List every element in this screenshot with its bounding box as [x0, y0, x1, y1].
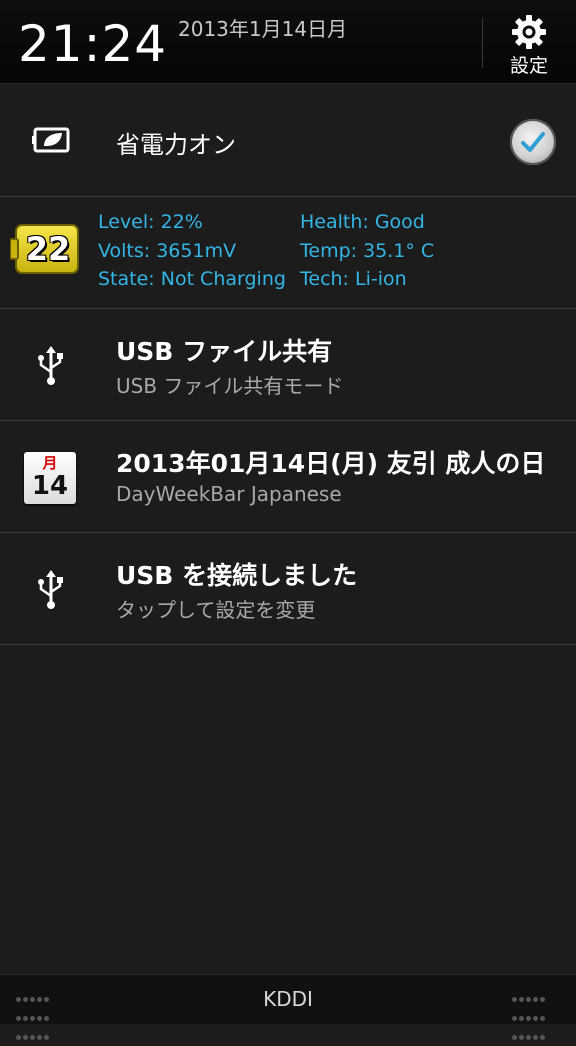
gear-icon	[512, 15, 546, 49]
battery-temp-text: Temp: 35.1° C	[300, 240, 435, 262]
battery-level-text: Level: 22%	[98, 211, 203, 233]
battery-health-text: Health: Good	[300, 211, 425, 233]
leaf-battery-icon	[32, 127, 70, 153]
usb-connected-title: USB を接続しました	[116, 561, 358, 590]
battery-state-text: State: Not Charging	[98, 268, 286, 290]
calendar-icon: 月 14	[24, 452, 76, 504]
usb-connected-subtitle: タップして設定を変更	[116, 598, 316, 622]
notification-footer[interactable]: KDDI	[0, 974, 576, 1040]
settings-button[interactable]: 設定	[500, 10, 558, 80]
notification-header: 21:24 2013年1月14日月 設定	[0, 0, 576, 84]
calendar-title: 2013年01月14日(月) 友引 成人の日	[116, 449, 546, 478]
carrier-label: KDDI	[263, 987, 313, 1011]
calendar-icon-day: 14	[31, 471, 69, 501]
battery-tech-text: Tech: Li-ion	[300, 268, 407, 290]
header-divider	[482, 18, 483, 68]
calendar-notification[interactable]: 月 14 2013年01月14日(月) 友引 成人の日 DayWeekBar J…	[0, 422, 576, 533]
battery-volts-text: Volts: 3651mV	[98, 240, 237, 262]
usb-share-subtitle: USB ファイル共有モード	[116, 374, 344, 398]
usb-share-title: USB ファイル共有	[116, 337, 333, 366]
right-drag-handle[interactable]	[512, 989, 547, 1046]
checkmark-icon	[521, 132, 545, 152]
usb-connected-notification[interactable]: USB を接続しました タップして設定を変更	[0, 534, 576, 645]
clock: 21:24	[18, 15, 168, 73]
battery-info-notification[interactable]: 22 Level: 22% Volts: 3651mV State: Not C…	[0, 198, 576, 309]
power-saver-checkbox[interactable]	[510, 119, 556, 165]
calendar-subtitle: DayWeekBar Japanese	[116, 482, 342, 506]
battery-level-number: 22	[25, 230, 71, 268]
date-label: 2013年1月14日月	[178, 17, 348, 41]
usb-icon	[38, 570, 63, 609]
settings-label: 設定	[509, 55, 548, 77]
power-saver-notification[interactable]: 省電力オン	[0, 85, 576, 197]
usb-icon	[38, 346, 63, 385]
usb-file-share-notification[interactable]: USB ファイル共有 USB ファイル共有モード	[0, 310, 576, 421]
power-saver-label: 省電力オン	[116, 131, 236, 159]
battery-level-badge: 22	[9, 223, 80, 275]
calendar-icon-month: 月	[42, 454, 58, 472]
